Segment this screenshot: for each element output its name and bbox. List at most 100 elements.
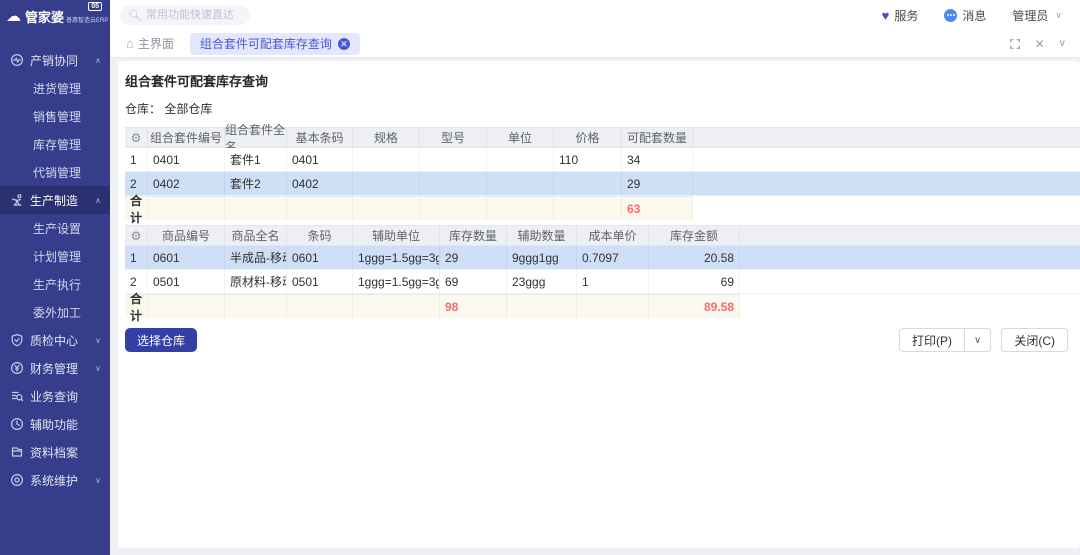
table-cell: 29 bbox=[622, 172, 693, 195]
sidebar-item-0[interactable]: 产销协同∧ bbox=[0, 46, 110, 74]
column-header[interactable]: 成本单价 bbox=[577, 226, 649, 245]
column-header[interactable]: 库存数量 bbox=[440, 226, 507, 245]
home-icon: ⌂ bbox=[126, 36, 134, 51]
totals-value bbox=[353, 197, 420, 220]
column-header[interactable]: 商品全名 bbox=[225, 226, 287, 245]
sidebar-item-label: 质检中心 bbox=[30, 332, 78, 349]
table-cell: 1 bbox=[125, 246, 148, 269]
column-header[interactable]: 价格 bbox=[554, 128, 622, 147]
table-row[interactable]: 20402套件2040229 bbox=[125, 172, 1080, 196]
totals-label: 合计 bbox=[125, 295, 148, 318]
sidebar-item-10[interactable]: 质检中心∨ bbox=[0, 326, 110, 354]
sidebar-item-7[interactable]: 计划管理 bbox=[0, 242, 110, 270]
sidebar-item-14[interactable]: 资料档案 bbox=[0, 438, 110, 466]
user-menu[interactable]: 管理员 ∨ bbox=[1012, 7, 1062, 24]
app-logo: ☁ 管家婆 普惠智造云ERP 05 bbox=[0, 0, 110, 32]
table-cell: 套件1 bbox=[225, 148, 287, 171]
messages-link[interactable]: 消息 bbox=[944, 7, 986, 24]
sidebar-item-4[interactable]: 代销管理 bbox=[0, 158, 110, 186]
warehouse-value: 全部仓库 bbox=[164, 102, 212, 116]
sidebar-item-9[interactable]: 委外加工 bbox=[0, 298, 110, 326]
table-cell: 34 bbox=[622, 148, 693, 171]
sidebar-item-6[interactable]: 生产设置 bbox=[0, 214, 110, 242]
sidebar-item-label: 财务管理 bbox=[30, 360, 78, 377]
print-button[interactable]: 打印(P) bbox=[899, 328, 965, 352]
detail-table-header: ⚙商品编号商品全名条码辅助单位库存数量辅助数量成本单价库存金额 bbox=[125, 225, 1080, 246]
sidebar-item-12[interactable]: 业务查询 bbox=[0, 382, 110, 410]
column-header[interactable]: 辅助单位 bbox=[353, 226, 440, 245]
tab-close-icon[interactable]: ✕ bbox=[338, 38, 350, 50]
print-dropdown-button[interactable]: ∨ bbox=[965, 328, 991, 352]
chevron-down-icon: ∨ bbox=[1055, 10, 1062, 21]
totals-value: 89.58 bbox=[649, 295, 740, 318]
close-button[interactable]: 关闭(C) bbox=[1001, 328, 1068, 352]
table-cell bbox=[554, 172, 622, 195]
table-cell bbox=[353, 172, 420, 195]
column-header[interactable]: 单位 bbox=[487, 128, 554, 147]
table-cell: 110 bbox=[554, 148, 622, 171]
column-header[interactable]: 商品编号 bbox=[148, 226, 225, 245]
factory-icon bbox=[10, 193, 24, 207]
table-cell: 0401 bbox=[148, 148, 225, 171]
maximize-icon[interactable] bbox=[1009, 38, 1021, 50]
table-cell bbox=[420, 172, 487, 195]
totals-value bbox=[148, 197, 225, 220]
table-row[interactable]: 10601半成品-移动06011ggg=1.5gg=3g299ggg1gg0.7… bbox=[125, 246, 1080, 270]
sidebar-item-label: 生产执行 bbox=[33, 276, 81, 293]
sidebar-item-8[interactable]: 生产执行 bbox=[0, 270, 110, 298]
totals-value: 63 bbox=[622, 197, 693, 220]
column-settings-gear-icon[interactable]: ⚙ bbox=[125, 128, 148, 147]
totals-row: 合计9889.58 bbox=[125, 294, 740, 318]
select-warehouse-button[interactable]: 选择仓库 bbox=[125, 328, 197, 352]
collapse-icon[interactable]: ∨ bbox=[1059, 39, 1066, 49]
column-header[interactable]: 规格 bbox=[353, 128, 420, 147]
main-content: 组合套件可配套库存查询 仓库： 全部仓库 ⚙组合套件编号组合套件全名基本条码规格… bbox=[118, 61, 1080, 548]
column-settings-gear-icon[interactable]: ⚙ bbox=[125, 226, 148, 245]
sidebar-item-1[interactable]: 进货管理 bbox=[0, 74, 110, 102]
cloud-logo-icon: ☁ bbox=[6, 9, 21, 24]
sidebar-item-15[interactable]: 系统维护∨ bbox=[0, 466, 110, 494]
table-cell: 20.58 bbox=[649, 246, 740, 269]
column-header[interactable]: 库存金额 bbox=[649, 226, 740, 245]
message-bubble-icon bbox=[944, 9, 957, 22]
sidebar-item-label: 代销管理 bbox=[33, 164, 81, 181]
table-cell: 1 bbox=[125, 148, 148, 171]
sidebar-item-5[interactable]: 生产制造∧ bbox=[0, 186, 110, 214]
totals-value bbox=[225, 197, 287, 220]
totals-value bbox=[507, 295, 577, 318]
sidebar-item-11[interactable]: 财务管理∨ bbox=[0, 354, 110, 382]
sidebar-item-13[interactable]: 辅助功能 bbox=[0, 410, 110, 438]
column-header[interactable]: 可配套数量 bbox=[622, 128, 693, 147]
column-header[interactable]: 组合套件编号 bbox=[148, 128, 225, 147]
sidebar-item-label: 计划管理 bbox=[33, 248, 81, 265]
heart-icon: ♥ bbox=[882, 8, 890, 23]
column-header[interactable]: 组合套件全名 bbox=[225, 128, 287, 147]
column-header[interactable]: 基本条码 bbox=[287, 128, 353, 147]
table-cell: 23ggg bbox=[507, 270, 577, 293]
table-row[interactable]: 20501原材料-移动05011ggg=1.5gg=3g6923ggg169 bbox=[125, 270, 1080, 294]
search-doc-icon bbox=[10, 389, 24, 403]
table-row[interactable]: 10401套件1040111034 bbox=[125, 148, 1080, 172]
sidebar-item-label: 委外加工 bbox=[33, 304, 81, 321]
totals-value bbox=[420, 197, 487, 220]
tab-home[interactable]: ⌂ 主界面 bbox=[126, 35, 174, 52]
quick-search[interactable]: 🔍︎ bbox=[120, 5, 250, 25]
close-tab-icon[interactable]: ✕ bbox=[1035, 38, 1045, 50]
service-link[interactable]: ♥ 服务 bbox=[882, 7, 919, 24]
search-input[interactable] bbox=[146, 9, 242, 21]
archive-icon bbox=[10, 445, 24, 459]
table-cell: 0402 bbox=[148, 172, 225, 195]
column-header[interactable]: 条码 bbox=[287, 226, 353, 245]
column-header[interactable]: 辅助数量 bbox=[507, 226, 577, 245]
sidebar-item-label: 产销协同 bbox=[30, 52, 78, 69]
column-header[interactable]: 型号 bbox=[420, 128, 487, 147]
sidebar-item-3[interactable]: 库存管理 bbox=[0, 130, 110, 158]
sidebar-item-label: 系统维护 bbox=[30, 472, 78, 489]
tab-active[interactable]: 组合套件可配套库存查询 ✕ bbox=[190, 33, 360, 55]
sidebar-item-label: 辅助功能 bbox=[30, 416, 78, 433]
footer-bar: 选择仓库 打印(P) ∨ 关闭(C) bbox=[125, 318, 1080, 352]
sidebar-item-2[interactable]: 销售管理 bbox=[0, 102, 110, 130]
sidebar-item-label: 销售管理 bbox=[33, 108, 81, 125]
tab-home-label: 主界面 bbox=[138, 35, 174, 52]
search-icon: 🔍︎ bbox=[128, 9, 142, 22]
